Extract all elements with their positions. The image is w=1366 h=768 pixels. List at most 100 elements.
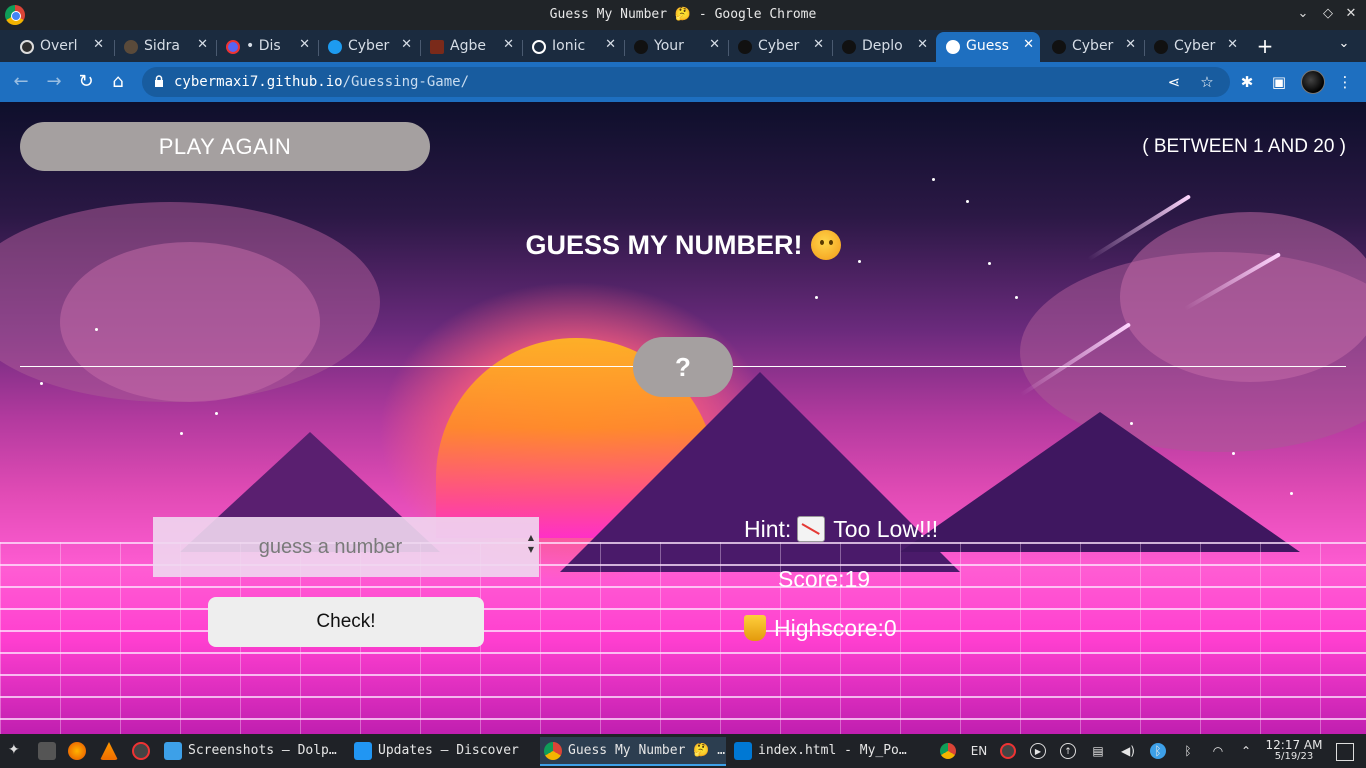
home-icon[interactable]: ⌂ — [107, 71, 129, 93]
close-window-icon[interactable]: ✕ — [1342, 5, 1360, 23]
media-play-icon[interactable]: ▶ — [1030, 743, 1046, 759]
tab-cyber-2[interactable]: Cyber ✕ — [1042, 32, 1142, 62]
clock-date: 5/19/23 — [1274, 751, 1314, 762]
close-icon[interactable]: ✕ — [299, 37, 310, 52]
twitter-icon — [328, 40, 342, 54]
tab-label: Sidra — [144, 38, 180, 54]
clipboard-icon[interactable]: ▤ — [1090, 743, 1106, 759]
wifi-icon[interactable]: ◠ — [1210, 743, 1226, 759]
bluetooth-icon[interactable]: ᛒ — [1150, 743, 1166, 759]
show-desktop-icon[interactable] — [1336, 743, 1354, 761]
avatar[interactable] — [1301, 70, 1325, 94]
title-text: GUESS MY NUMBER! — [525, 230, 803, 260]
close-icon[interactable]: ✕ — [93, 37, 104, 52]
close-icon[interactable]: ✕ — [917, 37, 928, 52]
play-again-button[interactable]: PLAY AGAIN — [20, 122, 430, 171]
tab-sidra[interactable]: Sidra ✕ — [114, 32, 214, 62]
side-panel-icon[interactable]: ▣ — [1269, 72, 1289, 92]
extensions-icon[interactable]: ✱ — [1237, 72, 1257, 92]
tab-cyber-1[interactable]: Cyber ✕ — [728, 32, 830, 62]
firefox-icon[interactable] — [68, 742, 86, 760]
obs-tray-icon[interactable] — [1000, 743, 1016, 759]
task-chrome[interactable]: Guess My Number 🤔 … — [540, 737, 726, 766]
tray-expand-icon[interactable]: ⌃ — [1238, 743, 1254, 759]
tab-discord[interactable]: • Dis ✕ — [216, 32, 316, 62]
tab-label: Agbe — [450, 38, 486, 54]
github-icon — [842, 40, 856, 54]
url-text: cybermaxi7.github.io/Guessing-Game/ — [174, 74, 469, 90]
close-icon[interactable]: ✕ — [503, 37, 514, 52]
maximize-icon[interactable]: ◇ — [1319, 5, 1337, 23]
bluetooth-devices-icon[interactable]: ᛒ — [1180, 743, 1196, 759]
task-discover[interactable]: Updates — Discover — [350, 737, 536, 766]
range-label: ( BETWEEN 1 AND 20 ) — [1142, 136, 1346, 157]
synthwave-background: PLAY AGAIN ( BETWEEN 1 AND 20 ) GUESS MY… — [0, 102, 1366, 734]
task-vscode[interactable]: index.html - My_Po… — [730, 737, 916, 766]
tab-label: • Dis — [246, 38, 281, 54]
tab-label: Cyber — [758, 38, 800, 54]
address-bar[interactable]: cybermaxi7.github.io/Guessing-Game/ ⋖ ☆ — [142, 67, 1230, 97]
tab-label: Ionic — [552, 38, 586, 54]
site-icon — [124, 40, 138, 54]
menu-kebab-icon[interactable]: ⋮ — [1335, 72, 1355, 92]
guess-input[interactable] — [153, 517, 539, 577]
bookmark-star-icon[interactable]: ☆ — [1197, 72, 1217, 92]
close-icon[interactable]: ✕ — [605, 37, 616, 52]
task-label: Updates — Discover — [378, 743, 519, 758]
app-launcher-icon[interactable]: ✦ — [8, 742, 26, 760]
close-icon[interactable]: ✕ — [197, 37, 208, 52]
tab-guess-active[interactable]: Guess ✕ — [936, 32, 1040, 62]
tab-your[interactable]: Your ✕ — [624, 32, 726, 62]
tab-twitter[interactable]: Cyber ✕ — [318, 32, 418, 62]
tab-search-chevron-icon[interactable]: ⌄ — [1334, 36, 1354, 56]
clock[interactable]: 12:17 AM 5/19/23 — [1262, 739, 1326, 763]
trophy-icon — [744, 615, 766, 641]
tab-label: Cyber — [1174, 38, 1216, 54]
updates-icon[interactable]: ↑ — [1060, 743, 1076, 759]
tab-deploy[interactable]: Deplo ✕ — [832, 32, 934, 62]
tab-label: Cyber — [348, 38, 390, 54]
obs-icon[interactable] — [132, 742, 150, 760]
back-icon[interactable]: ← — [10, 71, 32, 93]
tab-cyber-3[interactable]: Cyber ✕ — [1144, 32, 1244, 62]
tab-overleaf[interactable]: Overl ✕ — [10, 32, 110, 62]
github-icon — [1154, 40, 1168, 54]
new-tab-icon[interactable]: + — [1254, 35, 1276, 57]
check-button[interactable]: Check! — [208, 597, 484, 647]
pager-icon[interactable] — [38, 742, 56, 760]
task-label: Screenshots — Dolp… — [188, 743, 337, 758]
number-spinner-icon[interactable]: ▲ ▼ — [526, 532, 536, 562]
hint-text: Too Low!!! — [833, 516, 939, 542]
chrome-icon — [544, 742, 562, 760]
vlc-icon[interactable] — [100, 742, 118, 760]
close-icon[interactable]: ✕ — [813, 37, 824, 52]
keyboard-layout[interactable]: EN — [968, 743, 990, 759]
close-icon[interactable]: ✕ — [1125, 37, 1136, 52]
close-icon[interactable]: ✕ — [401, 37, 412, 52]
close-icon[interactable]: ✕ — [1023, 37, 1034, 52]
url-host: cybermaxi7.github.io — [174, 74, 343, 90]
chrome-tray-icon[interactable] — [940, 743, 956, 759]
star — [815, 296, 818, 299]
mountain — [900, 412, 1300, 552]
page-title: GUESS MY NUMBER! — [0, 230, 1366, 261]
clock-time: 12:17 AM — [1265, 738, 1323, 752]
tab-agbe[interactable]: Agbe ✕ — [420, 32, 520, 62]
tab-ionic[interactable]: Ionic ✕ — [522, 32, 622, 62]
github-icon — [1052, 40, 1066, 54]
task-dolphin[interactable]: Screenshots — Dolp… — [160, 737, 346, 766]
forward-icon[interactable]: → — [43, 71, 65, 93]
share-icon[interactable]: ⋖ — [1164, 72, 1184, 92]
tab-label: Cyber — [1072, 38, 1114, 54]
tab-label: Guess — [966, 38, 1009, 54]
minimize-icon[interactable]: ⌄ — [1294, 5, 1312, 23]
star — [1130, 422, 1133, 425]
close-icon[interactable]: ✕ — [709, 37, 720, 52]
tab-label: Overl — [40, 38, 78, 54]
reload-icon[interactable]: ↻ — [75, 71, 97, 93]
close-icon[interactable]: ✕ — [1227, 37, 1238, 52]
ionic-icon — [532, 40, 546, 54]
hundred-points-icon — [744, 566, 772, 592]
site-icon — [430, 40, 444, 54]
volume-icon[interactable]: ◀) — [1120, 743, 1136, 759]
